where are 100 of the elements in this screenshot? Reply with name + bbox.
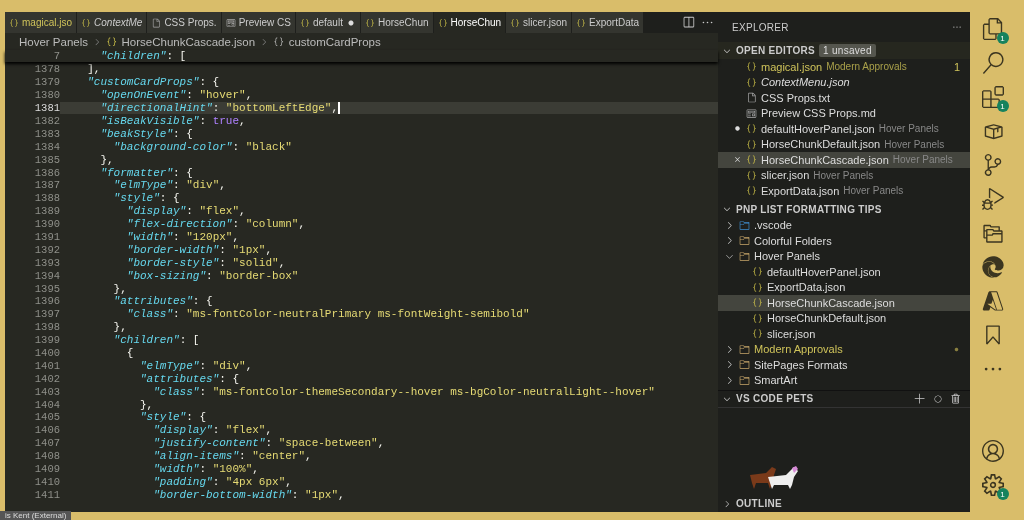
folder-icon [739,219,750,231]
code-line: "border-style": "solid", [125,256,287,269]
file-item[interactable]: ExportData.json [718,279,970,295]
folder-item[interactable]: Modern Approvals [718,341,970,357]
line-number: 1411 [34,488,60,501]
line-number: 1385 [34,153,60,166]
count-badge: 1 [996,488,1009,500]
line-number: 1397 [34,308,60,321]
json-braces-icon [746,61,757,73]
code-line: }, [112,282,128,295]
breadcrumb-item[interactable]: Hover Panels [19,35,89,48]
json-braces-icon [746,76,757,88]
section-title[interactable]: PNP LIST FORMATTING TIPS [736,203,882,215]
line-number: 1398 [34,321,60,334]
open-editor-item[interactable]: Preview CSS Props.md [718,105,970,121]
folder-icon [739,343,750,355]
json-braces-icon [746,185,757,197]
json-braces-icon [752,297,763,309]
line-number: 1402 [34,372,60,385]
code-line: "padding": "4px 6px", [152,475,293,488]
editor-tab[interactable]: HorseChun [360,12,434,33]
account-icon[interactable] [979,438,1006,464]
open-editor-item[interactable]: ExportData.json Hover Panels [718,183,970,199]
open-editor-item[interactable]: magical.json Modern Approvals 1 [718,59,970,75]
breadcrumb-item[interactable]: customCardProps [288,35,381,48]
section-title[interactable]: VS CODE PETS [736,393,814,404]
folder-item[interactable]: .vscode [718,217,970,233]
editor-tab[interactable]: ExportData [572,12,645,33]
json-braces-icon [510,17,521,28]
open-editor-item[interactable]: defaultHoverPanel.json Hover Panels [718,121,970,137]
extensions-icon[interactable]: 1 [979,84,1006,110]
line-number: 1384 [34,140,60,153]
line-number: 1389 [34,205,60,218]
folder-item[interactable]: Colorful Folders [718,233,970,249]
folder-item[interactable]: SitePages Formats [718,357,970,373]
editor-tab[interactable]: magical.jso [5,12,78,33]
breadcrumb-item[interactable]: HorseChunkCascade.json [121,35,256,48]
json-braces-icon [81,17,92,28]
file-item[interactable]: defaultHoverPanel.json [718,264,970,280]
code-line: "class": "ms-fontColor-themeSecondary--hover ms-bgColor-neutralLight--hover" [152,385,656,398]
add-icon[interactable] [914,392,926,405]
open-editor-item[interactable]: ContextMenu.json [718,74,970,90]
json-braces-icon [752,266,763,278]
section-title[interactable]: OUTLINE [736,498,782,509]
editor-tab[interactable]: HorseChun [433,12,507,33]
editor-tab[interactable]: CSS Props. [147,12,222,33]
preview-icon [225,17,236,28]
json-braces-icon [752,312,763,324]
json-braces-icon [746,169,757,181]
open-editor-item[interactable]: slicer.json Hover Panels [718,167,970,183]
editor-tab[interactable]: ContextMe [77,12,148,33]
json-braces-icon [576,17,586,28]
code-line: "style": { [139,411,208,424]
line-number: 7 [53,50,60,63]
code-line: "attributes": { [139,372,241,385]
play-bug-icon[interactable] [979,186,1006,212]
browser-icon[interactable] [979,254,1006,280]
code-line: "class": "ms-fontColor-neutralPrimary ms-fontWeight-semibold" [125,308,531,321]
editor-tab[interactable]: slicer.json [506,12,572,33]
line-number: 1392 [34,243,60,256]
line-number: 1380 [34,89,60,102]
file-item[interactable]: HorseChunkDefault.json [718,310,970,326]
trash-icon[interactable] [950,392,962,405]
line-number: 1388 [34,192,60,205]
line-number: 1405 [34,411,60,424]
code-line: "beakStyle": { [99,127,194,140]
folder-item[interactable]: SmartArt [718,372,970,388]
line-number: 1401 [34,359,60,372]
terminal-tab[interactable]: is Kent (External) [0,511,72,520]
folder-icon [739,235,750,247]
line-number: 1406 [34,424,60,437]
folder-icon [739,359,750,371]
line-number: 1403 [34,385,60,398]
line-number: 1410 [34,475,60,488]
settings-icon[interactable]: 1 [979,472,1006,498]
section-title[interactable]: OPEN EDITORS [736,45,815,56]
code-line: { [125,347,135,360]
code-line: "customCardProps": { [86,76,221,89]
folder-item[interactable]: Hover Panels [718,248,970,264]
document-icon [151,17,162,28]
json-braces-icon [746,138,757,150]
file-item[interactable]: HorseChunkCascade.json [718,295,970,311]
close-icon[interactable] [732,155,742,165]
json-braces-icon [746,154,757,166]
unsaved-badge: 1 unsaved [819,44,876,57]
open-editor-item[interactable]: HorseChunkDefault.json Hover Panels [718,136,970,152]
code-line: }, [112,321,128,334]
line-number: 1391 [34,231,60,243]
split-editor-icon[interactable] [682,16,695,29]
editor-tab[interactable]: Preview CS [221,12,296,33]
open-editor-item[interactable]: HorseChunkCascade.json Hover Panels [718,152,970,168]
code-line: "isBeakVisible": true, [99,115,247,127]
file-item[interactable]: slicer.json [718,326,970,342]
open-editor-item[interactable]: CSS Props.txt [718,90,970,106]
code-line: "children": [ [99,50,187,63]
code-line: "display": "flex", [152,424,274,437]
code-line: "justify-content": "space-between", [152,437,386,450]
json-braces-icon [746,123,757,135]
line-number: 1408 [34,450,60,463]
editor-tab[interactable]: default [295,12,361,33]
